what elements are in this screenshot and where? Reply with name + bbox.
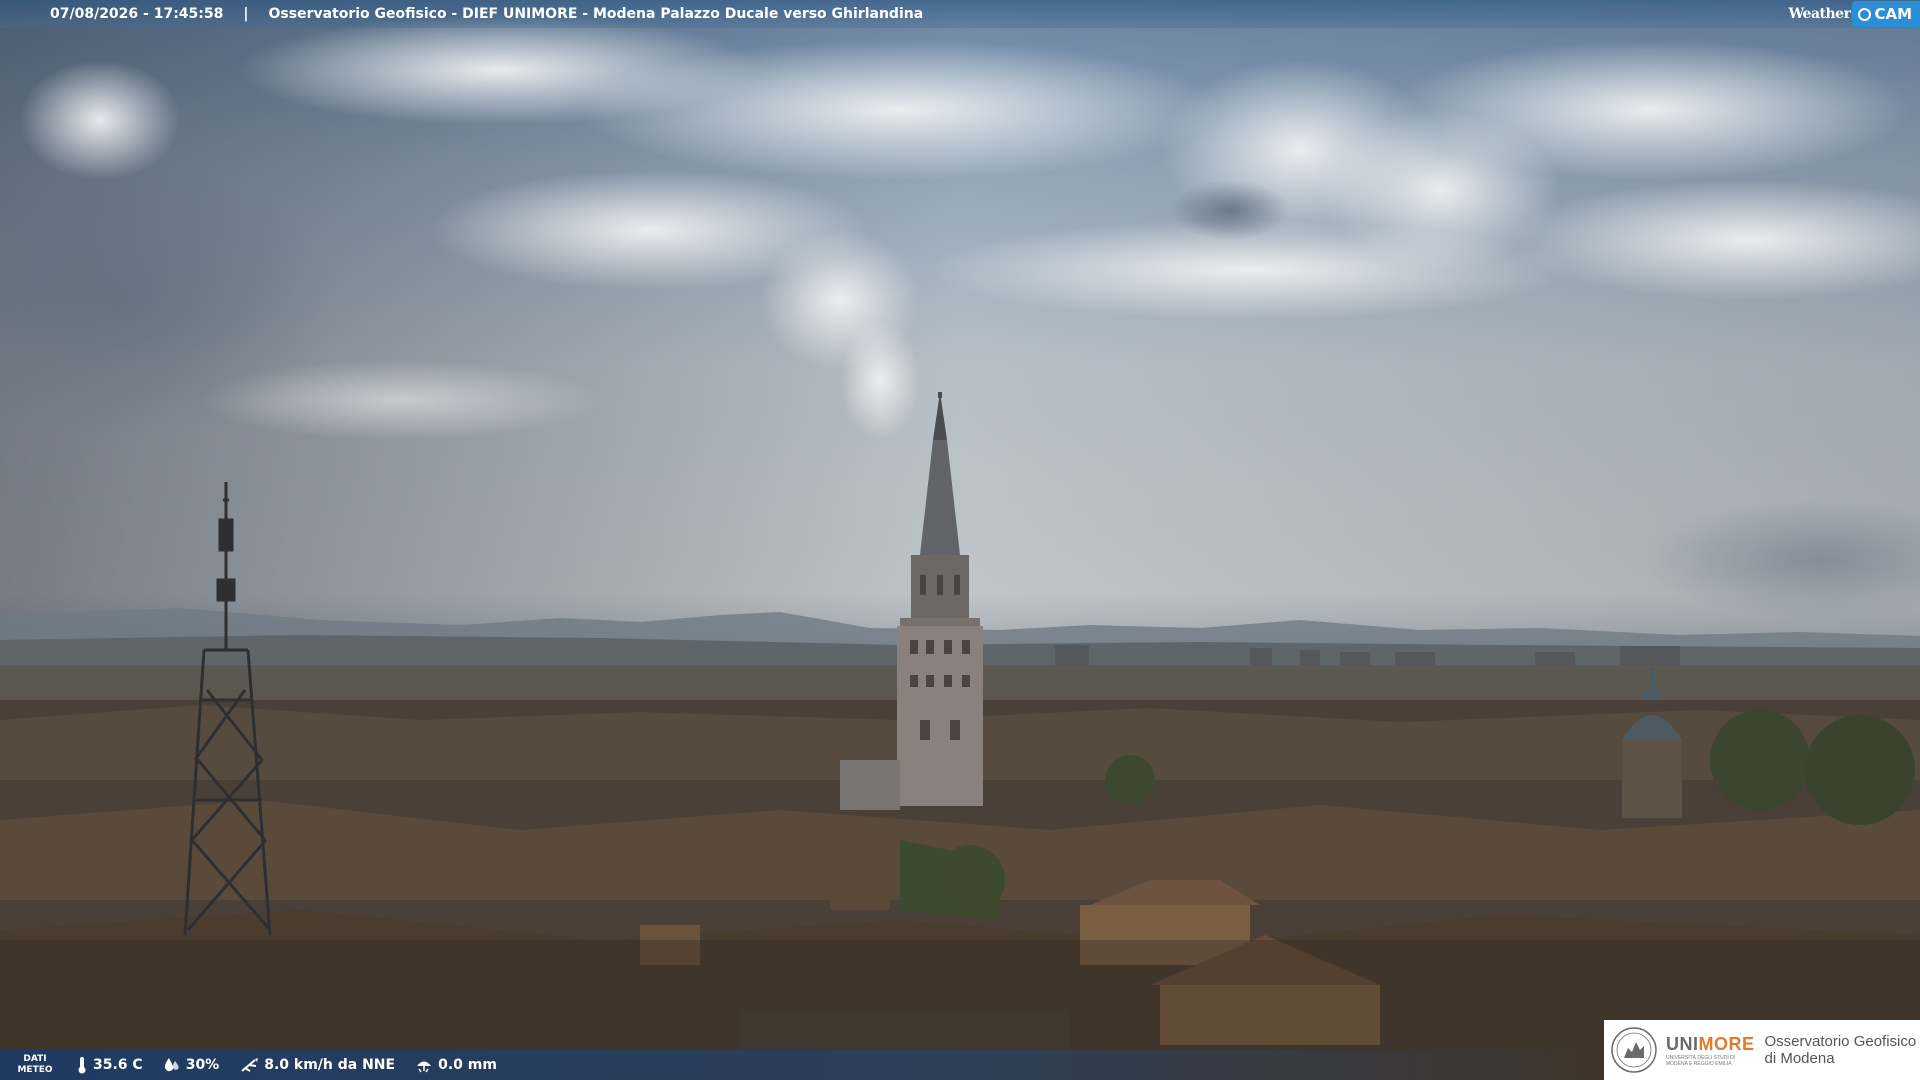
rain-value: 0.0 mm [438, 1057, 497, 1073]
weathercam-logo-cam-text: CAM [1874, 5, 1912, 23]
caption-separator: | [243, 6, 249, 22]
rain-icon [417, 1061, 432, 1073]
meteo-label: DATI METEO [14, 1054, 56, 1076]
humidity-readout: 30% [163, 1057, 220, 1073]
meteo-label-line1: DATI [23, 1054, 47, 1064]
thermometer-icon [78, 1057, 86, 1074]
webcam-caption: Osservatorio Geofisico - DIEF UNIMORE - … [268, 6, 924, 22]
wind-icon [241, 1058, 259, 1072]
humidity-icon [164, 1058, 179, 1072]
timestamp: 07/08/2026 - 17:45:58 [50, 6, 224, 22]
rain-readout: 0.0 mm [415, 1057, 497, 1073]
webcam-image [0, 0, 1920, 1080]
unimore-name-uni: UNI [1666, 1033, 1699, 1054]
weathercam-logo-weather: Weather [1788, 6, 1851, 22]
unimore-subline: UNIVERSITÀ DEGLI STUDI DI MODENA E REGGI… [1666, 1054, 1736, 1067]
humidity-value: 30% [185, 1057, 220, 1073]
weathercam-logo: Weather CAM [1788, 0, 1920, 28]
webcam-caption-bar: 07/08/2026 - 17:45:58 | Osservatorio Geo… [0, 0, 1920, 28]
unimore-name-more: MORE [1698, 1033, 1755, 1054]
observatory-line1: Osservatorio Geofisico [1764, 1033, 1917, 1050]
weathercam-logo-cam: CAM [1852, 1, 1920, 27]
wind-value: 8.0 km/h da NNE [264, 1057, 396, 1073]
observatory-line2: di Modena [1764, 1050, 1835, 1067]
meteo-label-line2: METEO [17, 1065, 53, 1075]
unimore-name: UNIMORE [1666, 1034, 1755, 1055]
unimore-seal-icon [1611, 1027, 1657, 1073]
unimore-logo: UNIMORE UNIVERSITÀ DEGLI STUDI DI MODENA… [1604, 1020, 1920, 1080]
temperature-readout: 35.6 C [76, 1056, 143, 1074]
observatory-name: Osservatorio Geofisico di Modena [1765, 1033, 1917, 1067]
wind-readout: 8.0 km/h da NNE [239, 1057, 395, 1073]
weathercam-logo-icon [1858, 7, 1872, 21]
meteo-data-bar: DATI METEO 35.6 C 30% 8.0 km/h da NNE 0.… [0, 1050, 1600, 1080]
temperature-value: 35.6 C [93, 1057, 143, 1073]
